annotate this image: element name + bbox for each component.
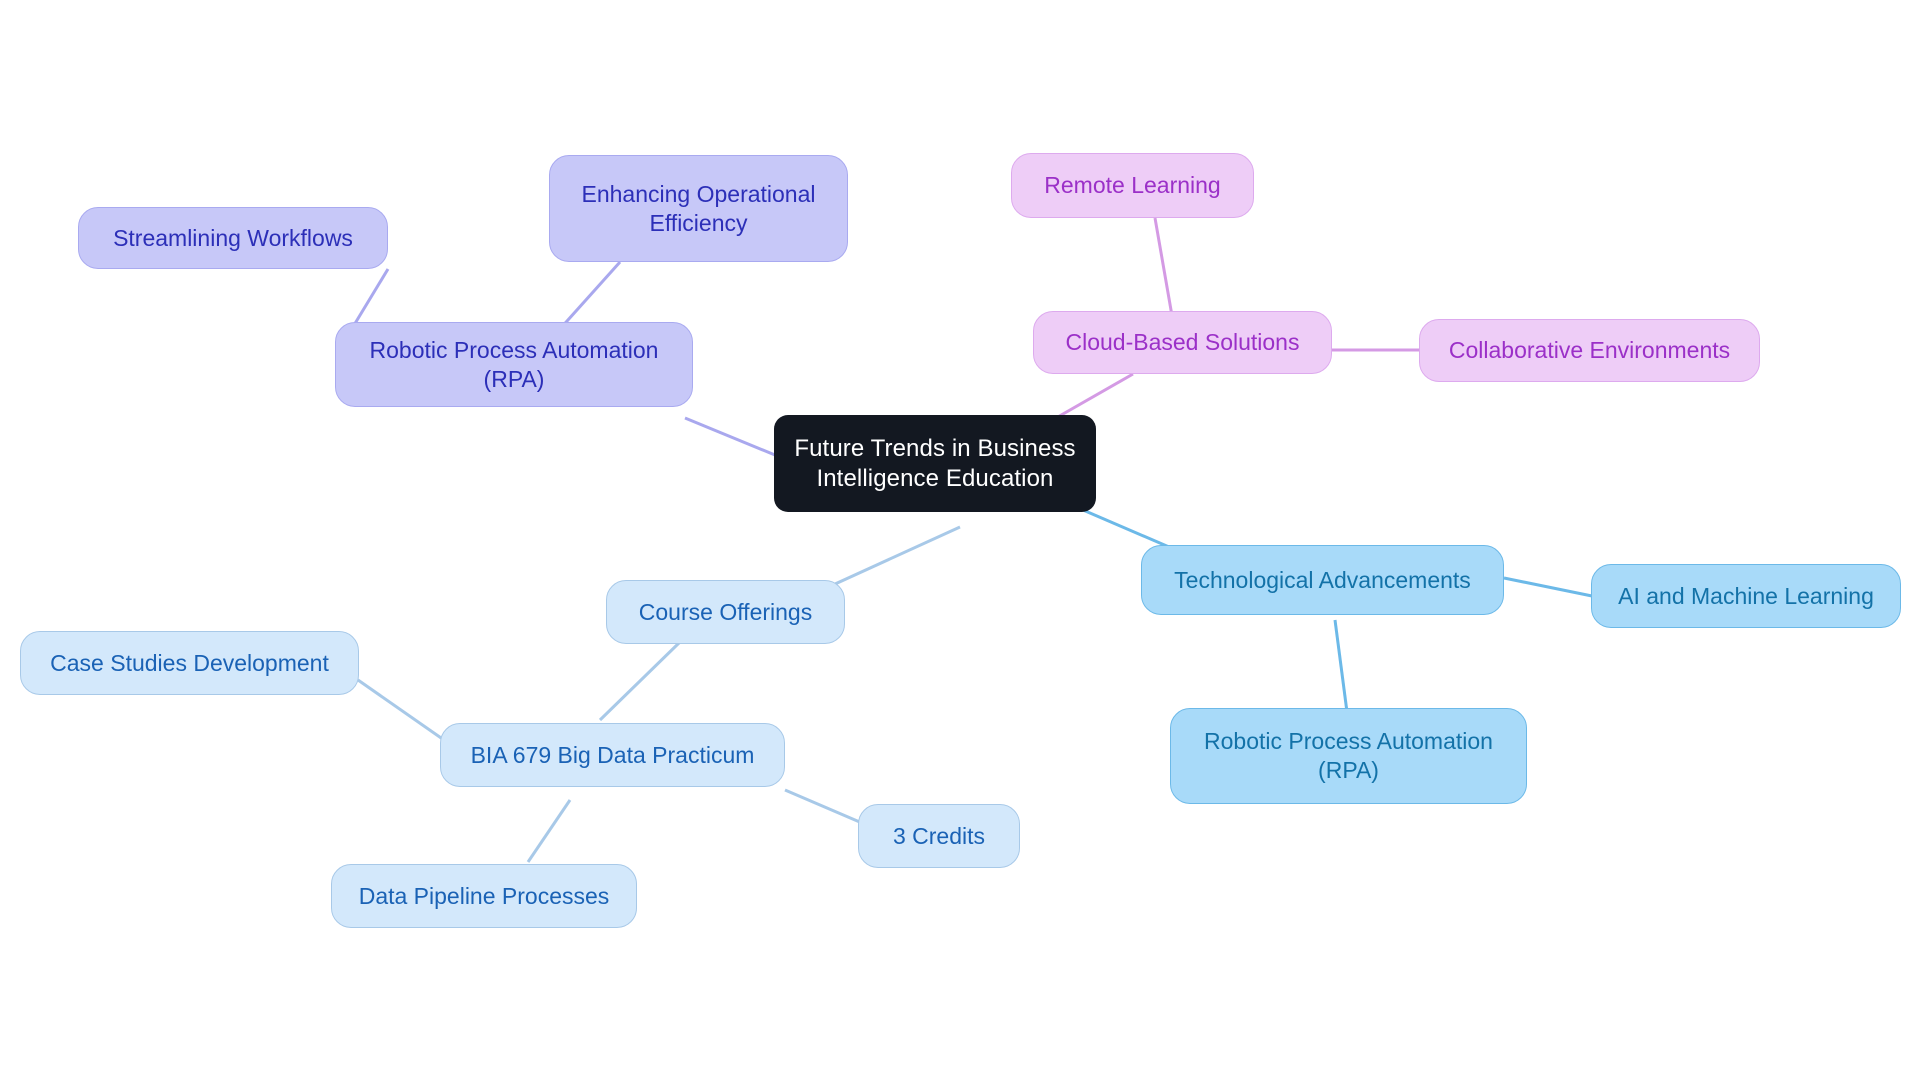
edge-technological-advancements-to-ai-machine-learning [1503, 576, 1593, 598]
node-remote-learning-label: Remote Learning [1044, 172, 1221, 199]
edge-bia-679-to-data-pipeline-processes [526, 799, 572, 863]
node-robotic-process-automation-blue[interactable]: Robotic Process Automation (RPA) [1170, 708, 1527, 804]
node-three-credits[interactable]: 3 Credits [858, 804, 1020, 868]
node-robotic-process-automation-left-label: Robotic Process Automation (RPA) [369, 336, 659, 392]
node-robotic-process-automation-blue-label: Robotic Process Automation (RPA) [1204, 728, 1493, 783]
node-streamlining-workflows-label: Streamlining Workflows [113, 224, 353, 251]
edge-course-offerings-to-bia-679 [598, 640, 682, 722]
node-root[interactable]: Future Trends in Business Intelligence E… [774, 415, 1096, 512]
node-technological-advancements-label: Technological Advancements [1174, 566, 1471, 593]
mindmap-edges [343, 217, 1593, 863]
node-root-label: Future Trends in Business Intelligence E… [794, 434, 1076, 492]
node-ai-and-machine-learning-label: AI and Machine Learning [1618, 582, 1874, 609]
node-technological-advancements[interactable]: Technological Advancements [1141, 545, 1504, 615]
node-cloud-based-solutions-label: Cloud-Based Solutions [1065, 329, 1300, 356]
node-data-pipeline-processes[interactable]: Data Pipeline Processes [331, 864, 637, 928]
node-remote-learning[interactable]: Remote Learning [1011, 153, 1254, 218]
node-cloud-based-solutions[interactable]: Cloud-Based Solutions [1033, 311, 1332, 374]
node-streamlining-workflows[interactable]: Streamlining Workflows [78, 207, 388, 269]
edge-bia-679-to-case-studies-development [357, 678, 445, 742]
node-data-pipeline-processes-label: Data Pipeline Processes [358, 882, 610, 909]
edge-bia-679-to-three-credits [784, 788, 863, 825]
node-bia-679-big-data-practicum[interactable]: BIA 679 Big Data Practicum [440, 723, 785, 787]
edge-technological-advancements-to-rpa-blue [1333, 619, 1349, 713]
node-course-offerings[interactable]: Course Offerings [606, 580, 845, 644]
node-robotic-process-automation-left[interactable]: Robotic Process Automation (RPA) [335, 322, 693, 407]
node-collaborative-environments-label: Collaborative Environments [1448, 337, 1731, 364]
node-collaborative-environments[interactable]: Collaborative Environments [1419, 319, 1760, 382]
node-case-studies-development[interactable]: Case Studies Development [20, 631, 359, 695]
node-enhancing-operational-efficiency-label: Enhancing Operational Efficiency [581, 180, 816, 236]
node-bia-679-big-data-practicum-label: BIA 679 Big Data Practicum [470, 741, 755, 768]
node-three-credits-label: 3 Credits [892, 822, 986, 849]
node-case-studies-development-label: Case Studies Development [50, 649, 329, 676]
node-ai-and-machine-learning[interactable]: AI and Machine Learning [1591, 564, 1901, 628]
node-course-offerings-label: Course Offerings [638, 598, 813, 625]
mindmap-canvas: Future Trends in Business Intelligence E… [0, 0, 1920, 1083]
node-enhancing-operational-efficiency[interactable]: Enhancing Operational Efficiency [549, 155, 848, 262]
edge-root-to-rpa-left [684, 416, 776, 457]
